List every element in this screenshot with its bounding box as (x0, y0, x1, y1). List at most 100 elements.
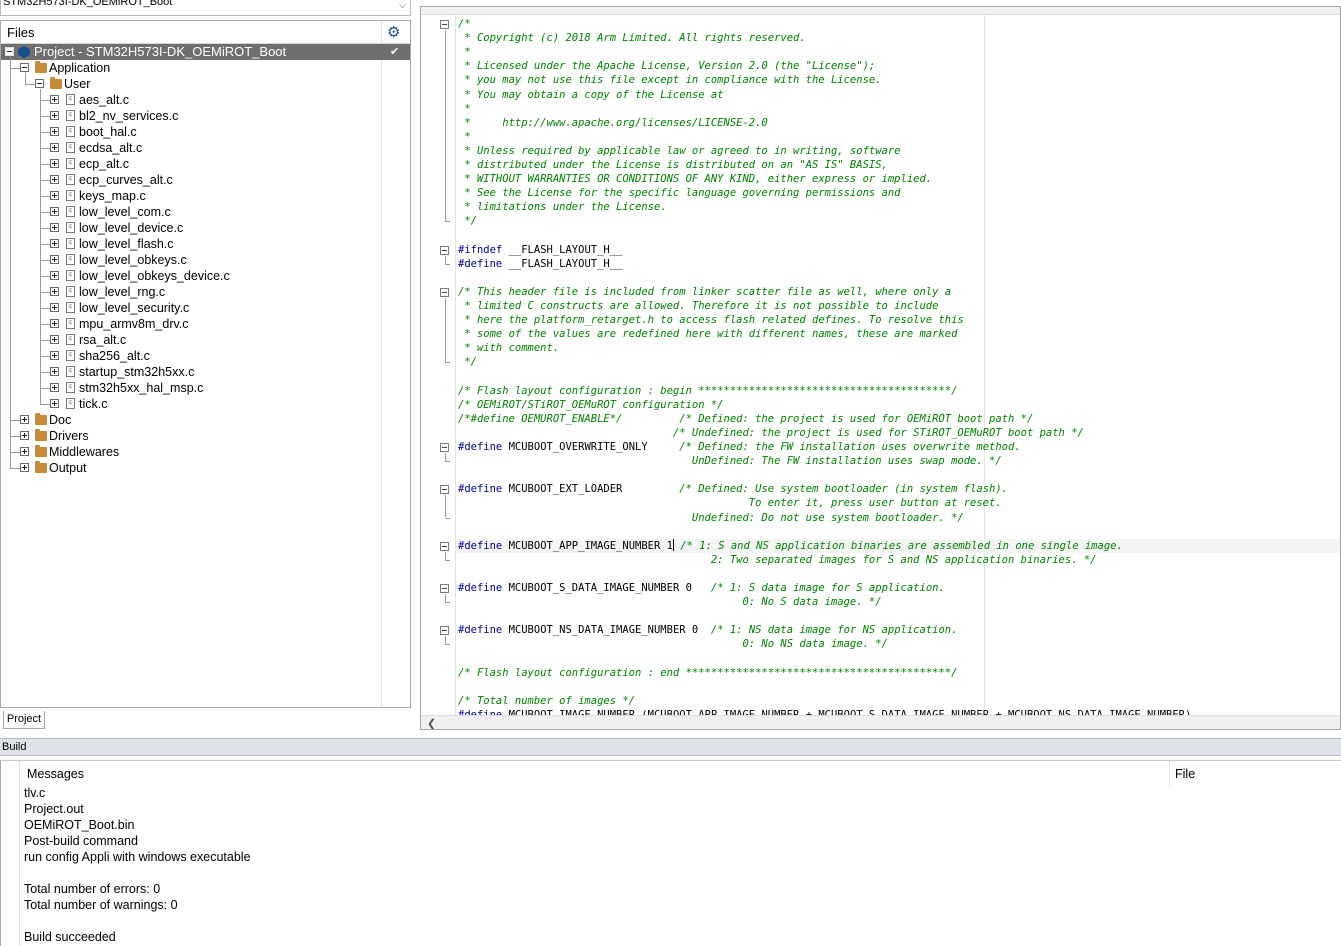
fold-collapse-icon[interactable] (440, 584, 449, 593)
tree-item-file[interactable]: c ecp_curves_alt.c (1, 172, 410, 188)
tab-project[interactable]: Project (3, 711, 45, 729)
build-message[interactable]: Total number of errors: 0 (24, 881, 160, 897)
expand-icon[interactable] (50, 351, 59, 360)
tree-item-file[interactable]: c ecdsa_alt.c (1, 140, 410, 156)
code-line[interactable]: * you may not use this file except in co… (458, 73, 881, 87)
code-line[interactable]: * You may obtain a copy of the License a… (458, 88, 723, 102)
code-line[interactable]: #define __FLASH_LAYOUT_H__ (458, 257, 622, 271)
code-line[interactable]: To enter it, press user button at reset. (458, 496, 1002, 510)
expand-icon[interactable] (50, 207, 59, 216)
code-line[interactable]: /* Flash layout configuration : begin **… (458, 384, 957, 398)
tree-item-file[interactable]: c low_level_obkeys_device.c (1, 268, 410, 284)
code-line[interactable]: 2: Two separated images for S and NS app… (458, 553, 1097, 567)
code-line[interactable]: #define MCUBOOT_S_DATA_IMAGE_NUMBER 0 /*… (458, 581, 945, 595)
code-area[interactable]: /* * Copyright (c) 2018 Arm Limited. All… (458, 15, 1340, 715)
code-line[interactable]: * http://www.apache.org/licenses/LICENSE… (458, 116, 767, 130)
tree-item-file[interactable]: c mpu_armv8m_drv.c (1, 316, 410, 332)
expand-icon[interactable] (50, 271, 59, 280)
code-line[interactable]: UnDefined: The FW installation uses swap… (458, 454, 1002, 468)
expand-icon[interactable] (50, 399, 59, 408)
expand-icon[interactable] (50, 335, 59, 344)
code-line[interactable]: #define MCUBOOT_EXT_LOADER /* Defined: U… (458, 482, 1008, 496)
code-line[interactable]: * with comment. (458, 341, 559, 355)
code-line[interactable]: * distributed under the License is distr… (458, 158, 888, 172)
tree-item-doc[interactable]: Doc (1, 412, 410, 428)
code-line[interactable]: * limitations under the License. (458, 200, 666, 214)
tree-item-drivers[interactable]: Drivers (1, 428, 410, 444)
code-line[interactable]: * some of the values are redefined here … (458, 327, 957, 341)
expand-icon[interactable] (50, 175, 59, 184)
code-line[interactable]: */ (458, 355, 477, 369)
tree-item-file[interactable]: c low_level_security.c (1, 300, 410, 316)
messages-column-header[interactable]: Messages (27, 767, 84, 781)
expand-icon[interactable] (50, 287, 59, 296)
tree-item-file[interactable]: c startup_stm32h5xx.c (1, 364, 410, 380)
scroll-left-icon[interactable]: ❮ (427, 717, 436, 729)
tree-item-middlewares[interactable]: Middlewares (1, 444, 410, 460)
code-line[interactable]: #define MCUBOOT_NS_DATA_IMAGE_NUMBER 0 /… (458, 623, 957, 637)
horizontal-scrollbar[interactable]: ❮ (421, 715, 1340, 729)
expand-icon[interactable] (50, 383, 59, 392)
configuration-dropdown[interactable]: STM32H573I-DK_OEMiROT_Boot ⌵ (0, 0, 411, 16)
collapse-icon[interactable] (5, 47, 14, 56)
code-line[interactable]: * limited C constructs are allowed. Ther… (458, 299, 938, 313)
tree-item-file[interactable]: c rsa_alt.c (1, 332, 410, 348)
code-line[interactable]: #define MCUBOOT_APP_IMAGE_NUMBER 1 /* 1:… (458, 538, 1340, 553)
code-line[interactable]: * See the License for the specific langu… (458, 186, 900, 200)
file-column-header[interactable]: File (1175, 767, 1195, 781)
tree-item-file[interactable]: c low_level_rng.c (1, 284, 410, 300)
tree-item-file[interactable]: c low_level_com.c (1, 204, 410, 220)
code-line[interactable]: /* Flash layout configuration : end ****… (458, 666, 957, 680)
tree-item-file[interactable]: c low_level_obkeys.c (1, 252, 410, 268)
fold-collapse-icon[interactable] (440, 626, 449, 636)
tree-item-application[interactable]: Application (1, 60, 410, 76)
code-line[interactable]: /* This header file is included from lin… (458, 285, 951, 299)
code-line[interactable]: 0: No NS data image. */ (458, 637, 887, 651)
expand-icon[interactable] (50, 255, 59, 264)
code-line[interactable]: Undefined: Do not use system bootloader.… (458, 511, 964, 525)
tree-item-file[interactable]: c low_level_device.c (1, 220, 410, 236)
build-message[interactable]: Project.out (24, 801, 84, 817)
code-line[interactable]: * (458, 102, 470, 116)
expand-icon[interactable] (50, 319, 59, 328)
gear-icon[interactable]: ⚙ (387, 23, 400, 41)
tree-item-output[interactable]: Output (1, 460, 410, 476)
tree-item-user[interactable]: User (1, 76, 410, 92)
fold-collapse-icon[interactable] (440, 20, 449, 29)
code-line[interactable]: 0: No S data image. */ (458, 595, 881, 609)
tree-item-file[interactable]: c tick.c (1, 396, 410, 412)
tree-item-file[interactable]: c low_level_flash.c (1, 236, 410, 252)
tree-item-file[interactable]: c boot_hal.c (1, 124, 410, 140)
expand-icon[interactable] (20, 447, 29, 456)
fold-collapse-icon[interactable] (440, 443, 449, 452)
tree-item-project[interactable]: Project - STM32H573I-DK_OEMiROT_Boot ✔ (1, 44, 410, 60)
code-line[interactable]: * Licensed under the Apache License, Ver… (458, 59, 875, 73)
code-line[interactable]: /* Undefined: the project is used for ST… (458, 426, 1084, 440)
expand-icon[interactable] (50, 191, 59, 200)
tree-item-file[interactable]: c ecp_alt.c (1, 156, 410, 172)
build-message[interactable]: OEMiROT_Boot.bin (24, 817, 134, 833)
expand-icon[interactable] (50, 223, 59, 232)
fold-collapse-icon[interactable] (440, 541, 449, 551)
fold-collapse-icon[interactable] (440, 287, 449, 297)
code-line[interactable]: * Unless required by applicable law or a… (458, 144, 900, 158)
expand-icon[interactable] (50, 95, 59, 104)
expand-icon[interactable] (20, 463, 29, 472)
expand-icon[interactable] (50, 303, 59, 312)
code-line[interactable]: * (458, 130, 470, 144)
expand-icon[interactable] (20, 431, 29, 440)
code-line[interactable]: /* Total number of images */ (458, 694, 635, 708)
code-line[interactable]: /* (458, 17, 471, 31)
code-line[interactable]: */ (458, 214, 477, 228)
code-editor[interactable]: /* * Copyright (c) 2018 Arm Limited. All… (420, 6, 1341, 730)
build-message[interactable]: Post-build command (24, 833, 138, 849)
code-line[interactable]: * (458, 45, 470, 59)
tree-item-file[interactable]: c stm32h5xx_hal_msp.c (1, 380, 410, 396)
tree-item-file[interactable]: c sha256_alt.c (1, 348, 410, 364)
expand-icon[interactable] (50, 239, 59, 248)
fold-collapse-icon[interactable] (440, 485, 449, 495)
code-line[interactable]: * Copyright (c) 2018 Arm Limited. All ri… (458, 31, 805, 45)
code-line[interactable]: * WITHOUT WARRANTIES OR CONDITIONS OF AN… (458, 172, 932, 186)
code-line[interactable]: /* OEMiROT/STiROT_OEMuROT configuration … (458, 398, 724, 412)
expand-icon[interactable] (50, 159, 59, 168)
